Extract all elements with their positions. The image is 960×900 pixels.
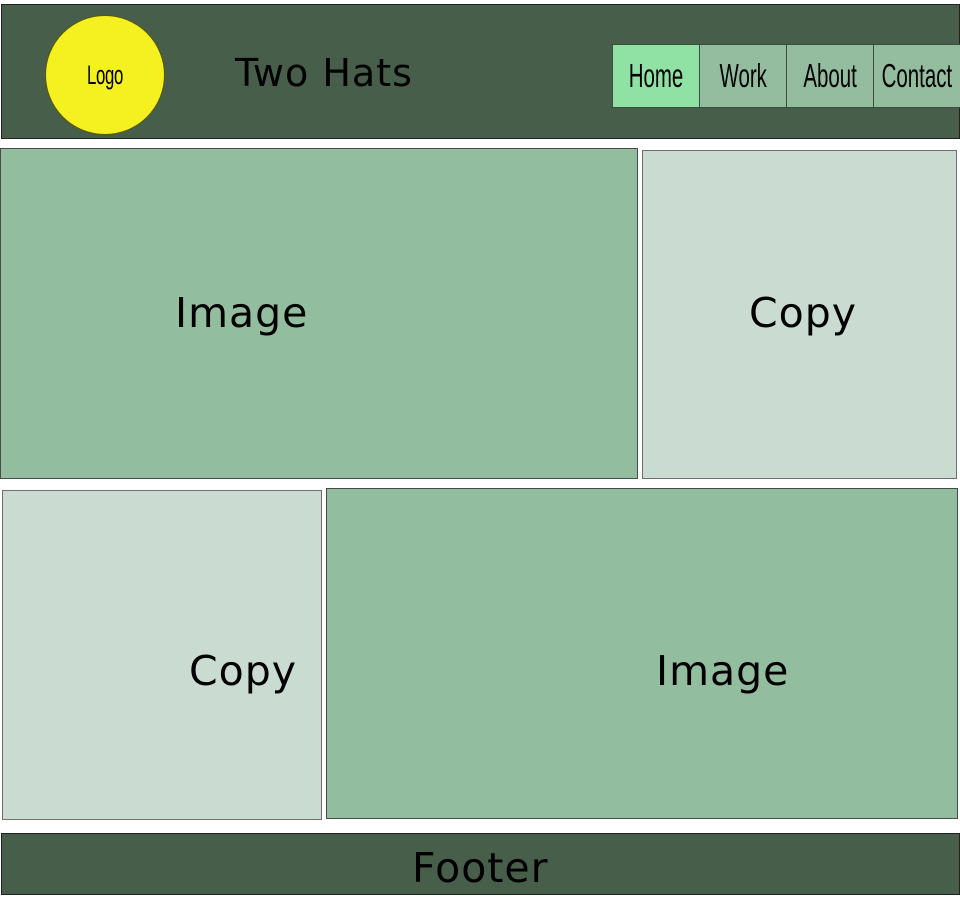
copy-label: Copy [749, 289, 858, 337]
logo[interactable]: Logo [45, 15, 165, 135]
image-label: Image [656, 647, 790, 695]
hero-image-placeholder: Image [0, 148, 638, 479]
nav-item-contact[interactable]: Contact [873, 44, 960, 108]
main-nav: Home Work About Contact [612, 44, 960, 108]
copy-label: Copy [189, 647, 298, 695]
nav-item-label: Work [719, 57, 767, 94]
copy-block: Copy [2, 490, 322, 820]
nav-item-label: Home [628, 57, 684, 94]
nav-item-home[interactable]: Home [612, 44, 700, 108]
site-header: Logo Two Hats Home Work About Contact [1, 4, 960, 139]
feature-image-placeholder: Image [326, 488, 958, 819]
site-title: Two Hats [235, 51, 413, 95]
nav-item-about[interactable]: About [786, 44, 874, 108]
logo-text: Logo [86, 59, 123, 90]
nav-item-label: Contact [881, 57, 953, 94]
site-footer: Footer [1, 833, 960, 895]
footer-label: Footer [412, 844, 549, 892]
image-label: Image [175, 289, 309, 337]
nav-item-label: About [803, 57, 857, 94]
copy-block: Copy [642, 150, 957, 479]
nav-item-work[interactable]: Work [699, 44, 787, 108]
